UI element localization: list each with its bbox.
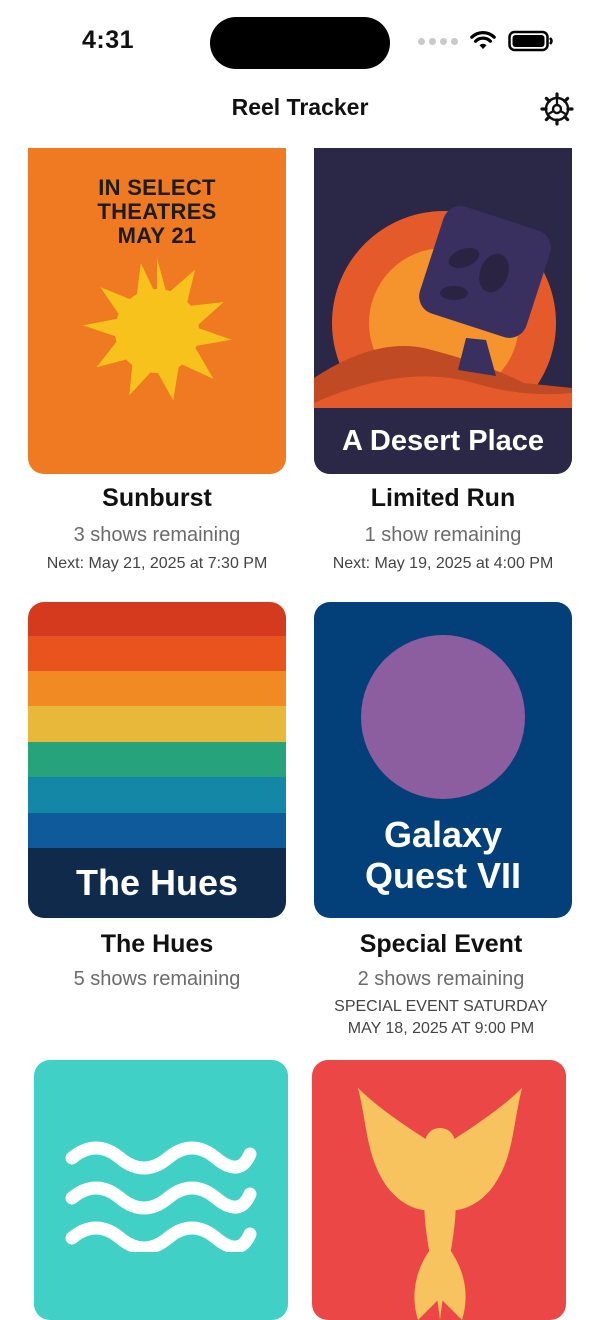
poster-the-hues[interactable]: The Hues	[28, 602, 286, 918]
poster-sunburst[interactable]: IN SELECT THEATRES MAY 21	[28, 148, 286, 474]
status-icons	[418, 30, 554, 52]
poster-phoenix[interactable]	[312, 1060, 566, 1320]
page-title: Reel Tracker	[231, 94, 369, 120]
special-event-info: SPECIAL EVENT SATURDAY MAY 18, 2025 AT 9…	[334, 998, 548, 1037]
wifi-icon	[470, 31, 496, 49]
gear-icon	[540, 92, 574, 126]
rainbow-stripes	[28, 602, 286, 848]
status-time: 4:31	[82, 26, 135, 54]
poster-text: The Hues	[28, 848, 286, 918]
movie-title: Limited Run	[370, 484, 516, 512]
dynamic-island	[210, 17, 390, 69]
poster-text: Galaxy Quest VII	[364, 814, 522, 896]
poster-waves[interactable]	[34, 1060, 288, 1320]
shows-remaining: 1 show remaining	[364, 524, 522, 546]
shows-remaining: 5 shows remaining	[73, 968, 241, 990]
settings-button[interactable]	[540, 92, 574, 126]
battery-icon	[508, 30, 553, 52]
waves-icon	[65, 1141, 257, 1252]
next-showtime: Next: May 19, 2025 at 4:00 PM	[332, 555, 554, 572]
movie-title: Special Event	[359, 930, 523, 958]
movie-title: The Hues	[100, 930, 214, 958]
poster-text: A Desert Place	[314, 408, 572, 474]
poster-text: IN SELECT THEATRES MAY 21	[97, 175, 217, 248]
desert-scene-illustration	[314, 206, 572, 408]
cellular-signal-icon	[418, 37, 458, 45]
poster-galaxy-quest[interactable]: Galaxy Quest VII	[314, 602, 572, 918]
shows-remaining: 2 shows remaining	[357, 968, 525, 990]
poster-limited-run[interactable]: A Desert Place	[314, 148, 572, 474]
shows-remaining: 3 shows remaining	[73, 524, 241, 546]
phoenix-icon	[358, 1088, 522, 1320]
planet-illustration	[361, 635, 525, 799]
sun-icon	[83, 258, 232, 401]
next-showtime: Next: May 21, 2025 at 7:30 PM	[46, 555, 268, 572]
movie-title: Sunburst	[102, 484, 212, 512]
